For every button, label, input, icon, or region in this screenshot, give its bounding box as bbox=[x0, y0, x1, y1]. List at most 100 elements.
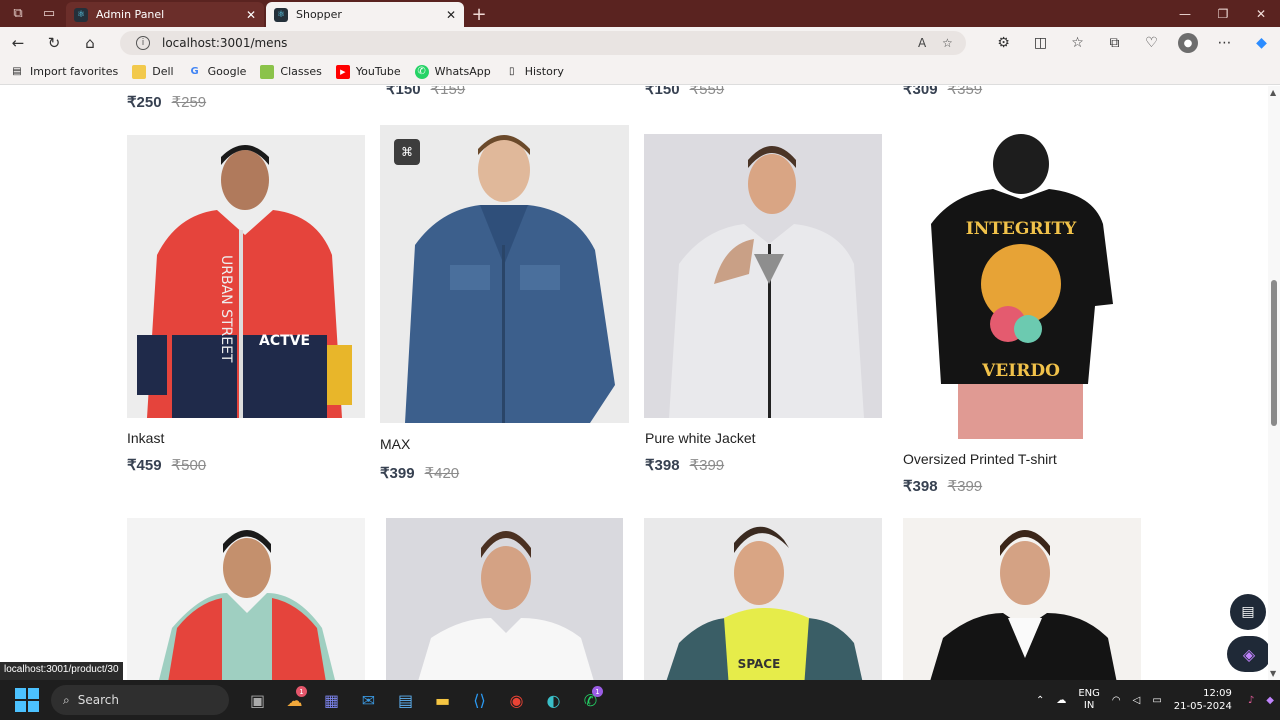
product-image[interactable] bbox=[386, 518, 623, 680]
bookmark-google[interactable]: G Google bbox=[188, 65, 247, 79]
bookmark-classes[interactable]: Classes bbox=[260, 64, 322, 79]
whatsapp-icon[interactable]: ✆ 1 bbox=[572, 680, 609, 720]
tab-admin-panel[interactable]: ⚛ Admin Panel ✕ bbox=[66, 2, 264, 27]
extensions-icon[interactable]: ⚙ bbox=[985, 35, 1022, 51]
jacket-print-text: URBAN STREET bbox=[218, 255, 234, 363]
vertical-scrollbar[interactable]: ▲ ▼ bbox=[1268, 86, 1280, 680]
maximize-icon[interactable]: ❐ bbox=[1204, 0, 1242, 27]
tab-shopper[interactable]: ⚛ Shopper ✕ bbox=[266, 2, 464, 27]
tab-actions-icon[interactable]: ▭ bbox=[36, 0, 62, 27]
close-tab-icon[interactable]: ✕ bbox=[446, 8, 456, 22]
profile-avatar[interactable]: ● bbox=[1178, 33, 1198, 53]
start-button[interactable] bbox=[15, 688, 39, 712]
home-icon[interactable]: ⌂ bbox=[72, 27, 108, 59]
widgets-icon[interactable]: ☁ 1 bbox=[276, 680, 313, 720]
address-toolbar: ← ↻ ⌂ i localhost:3001/mens A ☆ ⚙ ◫ ☆ ⧉ … bbox=[0, 27, 1280, 59]
notification-bell-icon[interactable]: ♪ bbox=[1248, 695, 1254, 706]
product-image[interactable]: URBAN STREET ACTVE bbox=[127, 135, 365, 418]
close-window-icon[interactable]: ✕ bbox=[1242, 0, 1280, 27]
bookmark-history[interactable]: ▯ History bbox=[505, 65, 564, 79]
bookmark-whatsapp[interactable]: ✆ WhatsApp bbox=[414, 64, 491, 79]
close-tab-icon[interactable]: ✕ bbox=[246, 8, 256, 22]
workspaces-icon[interactable]: ⧉ bbox=[0, 0, 36, 27]
product-image[interactable] bbox=[903, 518, 1141, 680]
product-image[interactable] bbox=[127, 518, 365, 680]
scroll-up-icon[interactable]: ▲ bbox=[1270, 88, 1276, 97]
mail-icon[interactable]: ✉ bbox=[350, 680, 387, 720]
copilot-assistant-button[interactable]: ◈ bbox=[1227, 636, 1268, 672]
denim-jacket-illustration bbox=[405, 135, 615, 423]
chrome-icon[interactable]: ◉ bbox=[498, 680, 535, 720]
new-price: ₹150 bbox=[386, 86, 421, 98]
file-explorer-icon[interactable]: ▬ bbox=[424, 680, 461, 720]
teams-icon[interactable]: ▦ bbox=[313, 680, 350, 720]
bookmarks-bar: ▤ Import favorites Dell G Google Classes ▶… bbox=[0, 59, 1280, 85]
product-name[interactable]: Inkast bbox=[127, 430, 164, 446]
vscode-icon[interactable]: ⟨⟩ bbox=[461, 680, 498, 720]
system-tray: ⌃ ☁ ENG IN ◠ ◁ ▭ 12:09 21-05-2024 ♪ ◆ bbox=[1030, 680, 1280, 720]
collections-icon[interactable]: ⧉ bbox=[1096, 35, 1133, 51]
old-price: ₹500 bbox=[171, 457, 207, 474]
favorites-icon[interactable]: ☆ bbox=[1059, 35, 1096, 51]
product-image[interactable]: INTEGRITY VEIRDO bbox=[903, 134, 1141, 439]
store-icon[interactable]: ▤ bbox=[387, 680, 424, 720]
whatsapp-icon: ✆ bbox=[414, 64, 429, 79]
favorite-star-icon[interactable]: ☆ bbox=[942, 36, 958, 50]
product-image[interactable]: ⌘ bbox=[380, 125, 629, 423]
old-price: ₹420 bbox=[424, 465, 460, 482]
price-row: ₹150 ₹559 bbox=[645, 86, 724, 98]
onedrive-icon[interactable]: ☁ bbox=[1056, 695, 1066, 706]
split-screen-icon[interactable]: ◫ bbox=[1022, 35, 1059, 51]
view-icon[interactable]: ⌘ bbox=[394, 139, 420, 165]
volume-icon[interactable]: ◁ bbox=[1133, 695, 1141, 706]
tab-label: Shopper bbox=[296, 8, 342, 21]
battery-icon[interactable]: ▭ bbox=[1152, 695, 1161, 706]
read-aloud-icon[interactable]: A bbox=[918, 36, 934, 50]
browser-essentials-icon[interactable]: ♡ bbox=[1133, 35, 1170, 51]
tshirt-print-text: INTEGRITY bbox=[966, 219, 1077, 239]
price-row: ₹398 ₹399 bbox=[645, 456, 724, 474]
bookmark-youtube[interactable]: ▶ YouTube bbox=[335, 64, 401, 79]
product-name[interactable]: Oversized Printed T-shirt bbox=[903, 451, 1057, 467]
copilot-icon[interactable]: ◆ bbox=[1243, 35, 1280, 51]
copilot-taskbar-icon[interactable]: ◆ bbox=[1266, 695, 1274, 706]
price-row: ₹309 ₹359 bbox=[903, 86, 982, 98]
new-price: ₹250 bbox=[127, 94, 162, 111]
back-icon[interactable]: ← bbox=[0, 27, 36, 59]
white-hoodie-illustration bbox=[418, 531, 594, 680]
new-tab-button[interactable]: + bbox=[464, 2, 494, 27]
colorblock-jacket-illustration bbox=[159, 530, 335, 680]
product-image[interactable]: SPACE bbox=[644, 518, 882, 680]
chevron-up-icon[interactable]: ⌃ bbox=[1036, 695, 1044, 706]
scrollbar-thumb[interactable] bbox=[1271, 280, 1277, 426]
product-image[interactable] bbox=[644, 134, 882, 418]
taskbar-search[interactable]: ⌕ Search bbox=[51, 685, 229, 715]
scroll-down-icon[interactable]: ▼ bbox=[1270, 669, 1276, 678]
minimize-icon[interactable]: — bbox=[1166, 0, 1204, 27]
jacket-illustration: URBAN STREET ACTVE bbox=[137, 145, 352, 418]
task-view-icon[interactable]: ▣ bbox=[239, 680, 276, 720]
old-price: ₹559 bbox=[689, 86, 725, 98]
bookmark-dell[interactable]: Dell bbox=[132, 64, 174, 79]
language-indicator[interactable]: ENG IN bbox=[1078, 688, 1100, 712]
old-price: ₹259 bbox=[171, 94, 207, 111]
product-name[interactable]: MAX bbox=[380, 436, 410, 452]
product-name[interactable]: Pure white Jacket bbox=[645, 430, 756, 446]
old-price: ₹399 bbox=[947, 478, 983, 495]
info-icon[interactable]: i bbox=[136, 36, 150, 50]
clock[interactable]: 12:09 21-05-2024 bbox=[1174, 687, 1232, 713]
jacket-print-text: ACTVE bbox=[259, 333, 310, 349]
url-bar[interactable]: i localhost:3001/mens A ☆ bbox=[120, 31, 966, 55]
more-menu-icon[interactable]: ⋯ bbox=[1206, 35, 1243, 51]
status-bar-link: localhost:3001/product/30 bbox=[0, 662, 123, 680]
refresh-icon[interactable]: ↻ bbox=[36, 27, 72, 59]
wifi-icon[interactable]: ◠ bbox=[1112, 695, 1121, 706]
google-icon: G bbox=[190, 66, 199, 77]
edge-icon[interactable]: ◐ bbox=[535, 680, 572, 720]
page-content: ₹250 ₹259 ₹150 ₹159 ₹150 ₹559 ₹309 ₹359 … bbox=[0, 86, 1268, 680]
new-price: ₹459 bbox=[127, 457, 162, 474]
bookmark-import-favorites[interactable]: ▤ Import favorites bbox=[10, 65, 118, 79]
react-icon: ⚛ bbox=[74, 7, 88, 22]
price-row: ₹398 ₹399 bbox=[903, 477, 982, 495]
reading-mode-icon[interactable]: ▤ bbox=[1230, 594, 1266, 630]
